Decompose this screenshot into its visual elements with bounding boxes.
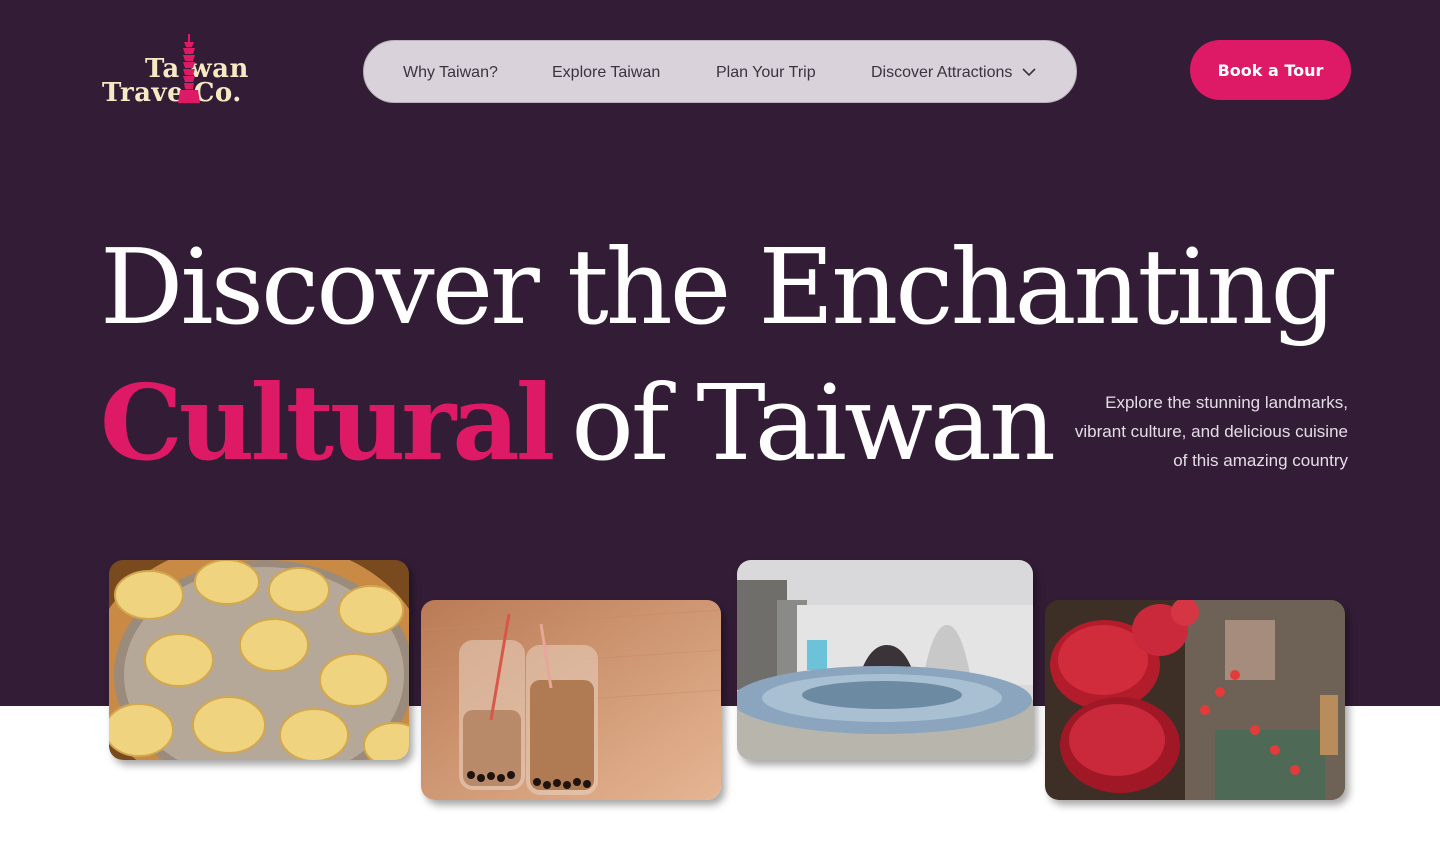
opera-house-image: [737, 560, 1033, 760]
gallery-card-dumplings: [109, 560, 409, 760]
nav-plan-your-trip[interactable]: Plan Your Trip: [716, 41, 816, 104]
hero-headline-accent: Cultural: [100, 361, 555, 484]
nav-why-taiwan[interactable]: Why Taiwan?: [403, 41, 498, 104]
dumplings-image: [109, 560, 409, 760]
nav-label: Discover Attractions: [871, 63, 1013, 81]
chevron-down-icon: [1022, 68, 1036, 77]
book-tour-button[interactable]: Book a Tour: [1190, 40, 1351, 100]
nav-label: Explore Taiwan: [552, 63, 661, 81]
taipei-101-tower-icon: [178, 34, 200, 103]
hero-subtitle: Explore the stunning landmarks, vibrant …: [1074, 393, 1348, 470]
nav-discover-attractions[interactable]: Discover Attractions: [871, 41, 1036, 104]
gallery-card-lanterns: [1045, 600, 1345, 800]
gallery-card-bubble-tea: [421, 600, 721, 800]
hero-headline-rest: of Taiwan: [571, 362, 1056, 484]
brand-logo[interactable]: Ta wan Trave Co.: [100, 34, 270, 108]
hero-headline-line1: Discover the Enchanting: [100, 226, 1337, 348]
nav-label: Why Taiwan?: [403, 63, 498, 81]
lanterns-image: [1045, 600, 1345, 800]
main-nav: Why Taiwan? Explore Taiwan Plan Your Tri…: [363, 40, 1077, 103]
bubble-tea-image: [421, 600, 721, 800]
nav-explore-taiwan[interactable]: Explore Taiwan: [552, 41, 660, 104]
nav-label: Plan Your Trip: [716, 63, 816, 81]
hero-headline-line2: Cultural of Taiwan: [100, 358, 1056, 488]
gallery-card-opera-house: [737, 560, 1033, 760]
